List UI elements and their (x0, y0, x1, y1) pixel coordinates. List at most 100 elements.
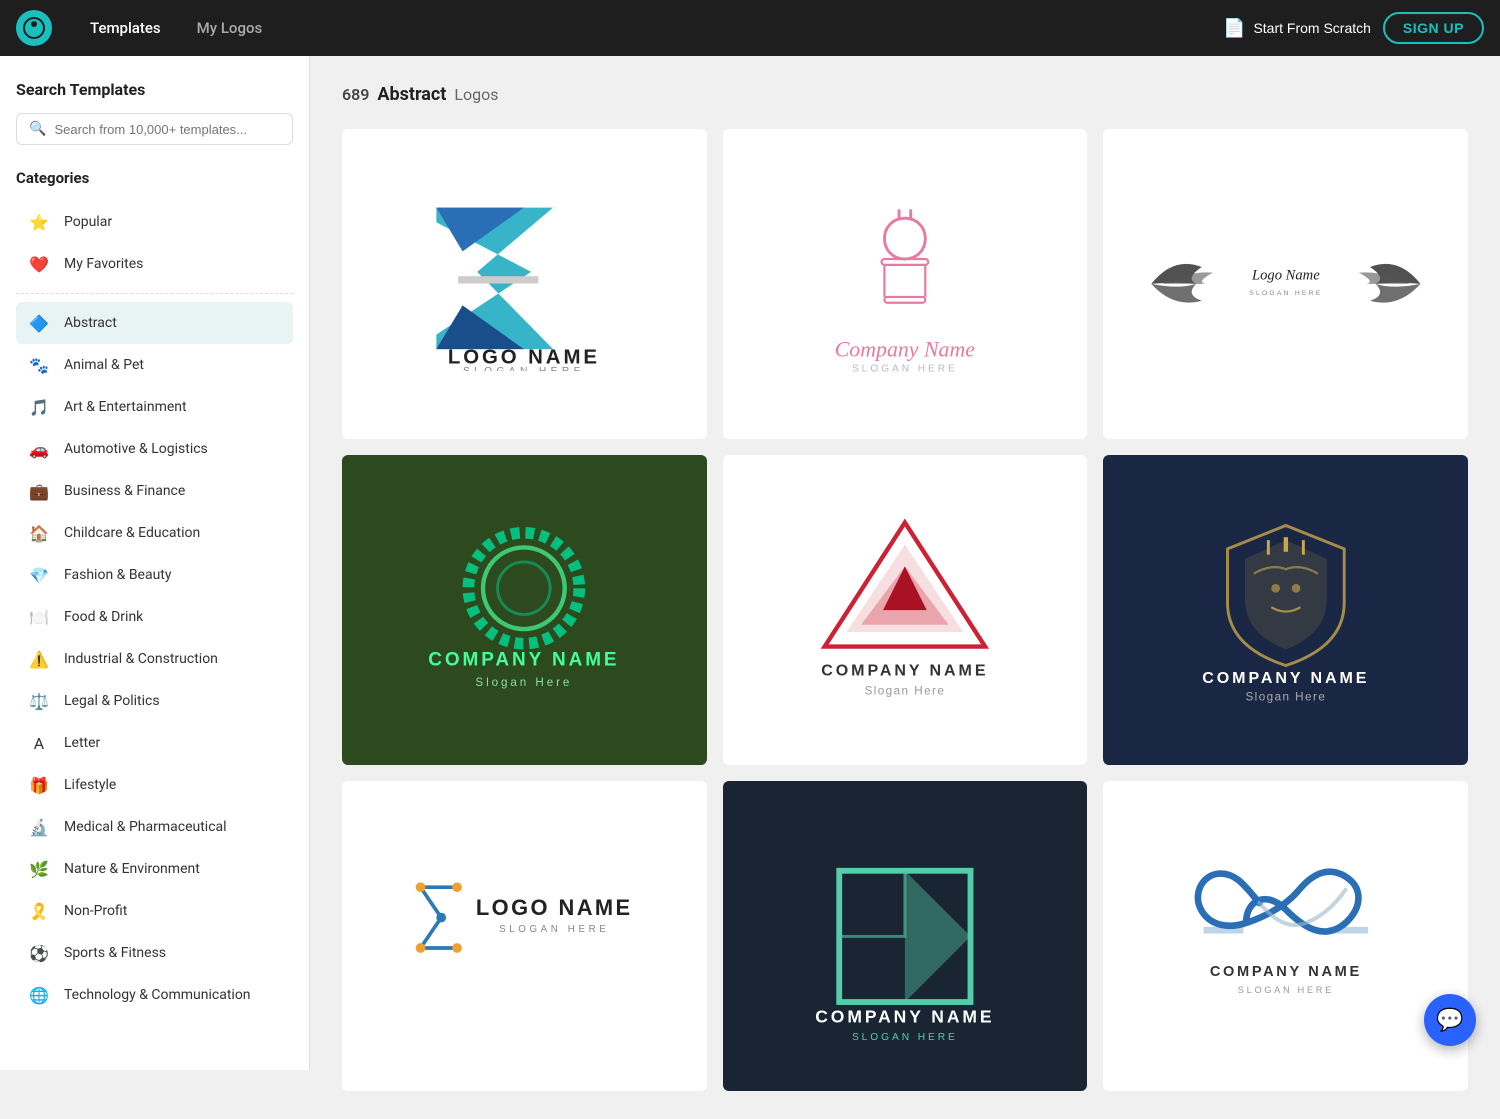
cat-label-5: Childcare & Education (64, 525, 200, 541)
cat-label-0: Abstract (64, 315, 117, 331)
heart-icon: ❤️ (26, 251, 52, 277)
logo-card-4[interactable]: COMPANY NAME Slogan Here (342, 455, 707, 765)
chat-icon: 💬 (1436, 1008, 1463, 1033)
main-content: 689 Abstract Logos LOGO NAME SLOGAN HERE (310, 56, 1500, 1119)
cat-icon-1: 🐾 (26, 352, 52, 378)
svg-text:Company Name: Company Name (835, 338, 976, 362)
cat-icon-12: 🔬 (26, 814, 52, 840)
sidebar-item-non-profit[interactable]: 🎗️ Non-Profit (16, 890, 293, 932)
sidebar-item-food-drink[interactable]: 🍽️ Food & Drink (16, 596, 293, 638)
sidebar-item-popular-label: Popular (64, 214, 112, 230)
svg-text:COMPANY NAME: COMPANY NAME (1210, 964, 1362, 980)
svg-text:Slogan Here: Slogan Here (476, 676, 573, 689)
svg-text:SLOGAN HERE: SLOGAN HERE (852, 364, 958, 375)
search-icon: 🔍 (29, 121, 46, 137)
cat-label-8: Industrial & Construction (64, 651, 218, 667)
sidebar-item-business-finance[interactable]: 💼 Business & Finance (16, 470, 293, 512)
sidebar-item-nature-environment[interactable]: 🌿 Nature & Environment (16, 848, 293, 890)
sidebar-item-letter[interactable]: A Letter (16, 722, 293, 764)
logo-card-5[interactable]: COMPANY NAME Slogan Here (723, 455, 1088, 765)
sidebar-item-medical-pharmaceutical[interactable]: 🔬 Medical & Pharmaceutical (16, 806, 293, 848)
sidebar-item-lifestyle[interactable]: 🎁 Lifestyle (16, 764, 293, 806)
cat-icon-10: A (26, 730, 52, 756)
document-icon: 📄 (1223, 18, 1245, 39)
cat-icon-14: 🎗️ (26, 898, 52, 924)
logo-grid: LOGO NAME SLOGAN HERE Company Name (342, 129, 1468, 1091)
cat-icon-8: ⚠️ (26, 646, 52, 672)
header-actions: 📄 Start From Scratch SIGN UP (1223, 12, 1484, 44)
svg-text:SLOGAN HERE: SLOGAN HERE (500, 924, 610, 935)
cat-icon-7: 🍽️ (26, 604, 52, 630)
sign-up-button[interactable]: SIGN UP (1383, 12, 1484, 44)
svg-text:COMPANY NAME: COMPANY NAME (1202, 669, 1369, 687)
cat-label-7: Food & Drink (64, 609, 143, 625)
cat-label-3: Automotive & Logistics (64, 441, 208, 457)
svg-text:Logo Name: Logo Name (1251, 267, 1320, 283)
cat-icon-9: ⚖️ (26, 688, 52, 714)
svg-text:SLOGAN HERE: SLOGAN HERE (1238, 985, 1334, 995)
svg-text:LOGO NAME: LOGO NAME (476, 895, 633, 920)
logo-card-7[interactable]: LOGO NAME SLOGAN HERE (342, 781, 707, 1091)
sidebar-item-sports-fitness[interactable]: ⚽ Sports & Fitness (16, 932, 293, 974)
chat-button[interactable]: 💬 (1424, 994, 1476, 1046)
sidebar-item-automotive-logistics[interactable]: 🚗 Automotive & Logistics (16, 428, 293, 470)
cat-icon-5: 🏠 (26, 520, 52, 546)
cat-icon-16: 🌐 (26, 982, 52, 1008)
svg-text:COMPANY NAME: COMPANY NAME (815, 1006, 994, 1026)
results-header: 689 Abstract Logos (342, 84, 1468, 105)
cat-label-14: Non-Profit (64, 903, 127, 919)
svg-text:Slogan Here: Slogan Here (865, 685, 946, 698)
cat-label-1: Animal & Pet (64, 357, 144, 373)
scratch-label: Start From Scratch (1253, 20, 1370, 36)
cat-label-12: Medical & Pharmaceutical (64, 819, 227, 835)
results-count: 689 (342, 85, 369, 104)
svg-text:SLOGAN HERE: SLOGAN HERE (852, 1031, 958, 1042)
cat-icon-15: ⚽ (26, 940, 52, 966)
search-input[interactable] (54, 122, 280, 137)
logo-card-3[interactable]: Logo Name SLOGAN HERE (1103, 129, 1468, 439)
search-box: 🔍 (16, 113, 293, 145)
logo-card-2[interactable]: Company Name SLOGAN HERE (723, 129, 1088, 439)
cat-icon-13: 🌿 (26, 856, 52, 882)
sidebar-item-abstract[interactable]: 🔷 Abstract (16, 302, 293, 344)
sidebar-item-technology-communication[interactable]: 🌐 Technology & Communication (16, 974, 293, 1016)
header-nav: Templates My Logos (76, 13, 1199, 43)
sidebar-item-my-favorites[interactable]: ❤️ My Favorites (16, 243, 293, 285)
results-suffix: Logos (454, 85, 498, 104)
cat-icon-0: 🔷 (26, 310, 52, 336)
sidebar-item-fashion-beauty[interactable]: 💎 Fashion & Beauty (16, 554, 293, 596)
nav-my-logos[interactable]: My Logos (183, 13, 277, 43)
categories-list: 🔷 Abstract 🐾 Animal & Pet 🎵 Art & Entert… (16, 302, 293, 1016)
cat-label-4: Business & Finance (64, 483, 185, 499)
sidebar-item-childcare-education[interactable]: 🏠 Childcare & Education (16, 512, 293, 554)
svg-text:Slogan Here: Slogan Here (1245, 690, 1326, 703)
results-keyword: Abstract (377, 84, 446, 105)
cat-label-15: Sports & Fitness (64, 945, 166, 961)
sidebar-divider (16, 293, 293, 294)
cat-label-13: Nature & Environment (64, 861, 200, 877)
svg-text:COMPANY NAME: COMPANY NAME (821, 662, 988, 680)
cat-label-6: Fashion & Beauty (64, 567, 172, 583)
cat-icon-3: 🚗 (26, 436, 52, 462)
cat-icon-4: 💼 (26, 478, 52, 504)
app-logo[interactable] (16, 10, 52, 46)
sidebar: Search Templates 🔍 Categories ⭐ Popular … (0, 56, 310, 1070)
cat-label-9: Legal & Politics (64, 693, 160, 709)
cat-label-2: Art & Entertainment (64, 399, 187, 415)
cat-icon-2: 🎵 (26, 394, 52, 420)
cat-label-16: Technology & Communication (64, 987, 251, 1003)
logo-card-1[interactable]: LOGO NAME SLOGAN HERE (342, 129, 707, 439)
sidebar-item-industrial-construction[interactable]: ⚠️ Industrial & Construction (16, 638, 293, 680)
svg-text:SLOGAN HERE: SLOGAN HERE (1249, 290, 1322, 297)
logo-card-8[interactable]: COMPANY NAME SLOGAN HERE (723, 781, 1088, 1091)
start-from-scratch-button[interactable]: 📄 Start From Scratch (1223, 18, 1371, 39)
categories-title: Categories (16, 169, 293, 187)
sidebar-item-animal-pet[interactable]: 🐾 Animal & Pet (16, 344, 293, 386)
sidebar-item-popular[interactable]: ⭐ Popular (16, 201, 293, 243)
sidebar-item-art-entertainment[interactable]: 🎵 Art & Entertainment (16, 386, 293, 428)
star-icon: ⭐ (26, 209, 52, 235)
logo-card-9[interactable]: COMPANY NAME SLOGAN HERE (1103, 781, 1468, 1091)
nav-templates[interactable]: Templates (76, 13, 175, 43)
logo-card-6[interactable]: COMPANY NAME Slogan Here (1103, 455, 1468, 765)
sidebar-item-legal-politics[interactable]: ⚖️ Legal & Politics (16, 680, 293, 722)
